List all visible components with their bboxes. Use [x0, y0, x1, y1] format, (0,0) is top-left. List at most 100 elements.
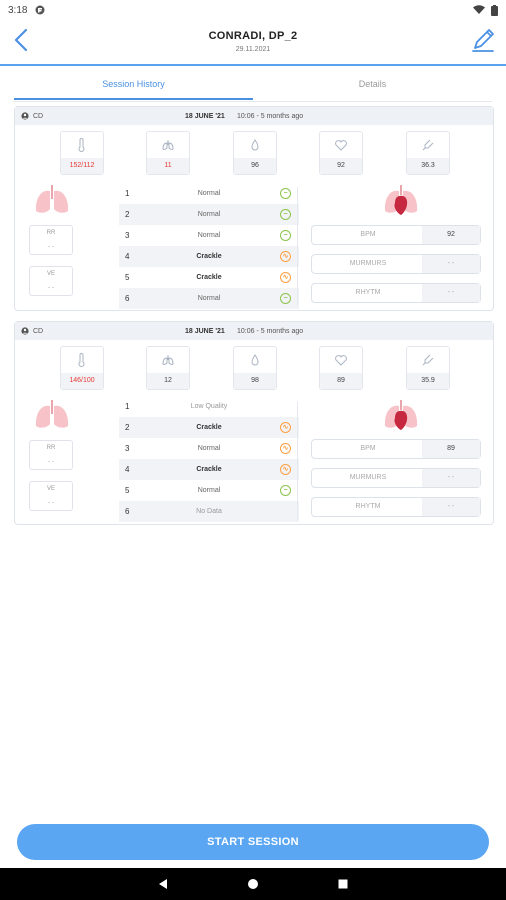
vital-temperature: 35.9: [406, 346, 450, 390]
nav-home-icon[interactable]: [247, 878, 259, 890]
row-number: 3: [125, 444, 130, 453]
row-number: 5: [125, 273, 130, 282]
vital-heart-rate: 89: [319, 346, 363, 390]
vital-value: 152/112: [61, 158, 103, 174]
thermometer-icon: [422, 354, 434, 366]
auscultation-row[interactable]: 1 Low Quality: [119, 396, 299, 417]
row-status: Crackle: [196, 253, 222, 260]
vital-blood-pressure: 146/100: [60, 346, 104, 390]
session-date: 18 JUNE '21: [185, 327, 225, 335]
vital-value: 36.3: [407, 158, 449, 174]
row-status: Crackle: [196, 274, 222, 281]
battery-icon: [491, 4, 498, 16]
page-subtitle: 29.11.2021: [235, 46, 271, 53]
row-number: 5: [125, 486, 130, 495]
bpm-label: BPM: [360, 231, 376, 238]
row-status: Normal: [197, 487, 221, 494]
session-time: 10:06 - 5 months ago: [237, 327, 304, 335]
murmurs-value: - -: [422, 255, 480, 273]
bpm-label: BPM: [360, 445, 376, 452]
auscultation-row[interactable]: 5 Crackle ∿: [119, 267, 299, 288]
session-date: 18 JUNE '21: [185, 112, 225, 120]
murmurs-label: MURMURS: [349, 260, 387, 267]
status-time: 3:18: [8, 4, 28, 16]
row-status: Normal: [197, 295, 221, 302]
tab-session-history[interactable]: Session History: [14, 72, 253, 102]
rr-value: - -: [48, 244, 54, 250]
auscultation-row[interactable]: 3 Normal ∿: [119, 438, 299, 459]
bpm-value: 89: [422, 440, 480, 458]
row-number: 3: [125, 231, 130, 240]
nav-back-icon[interactable]: [157, 878, 169, 890]
session-user: CD: [33, 112, 44, 120]
user-icon: [21, 112, 29, 120]
page-title: CONRADI, DP_2: [208, 30, 298, 42]
vital-value: 35.9: [407, 373, 449, 389]
app-notification-icon: [35, 5, 45, 15]
session-card[interactable]: CD 18 JUNE '21 10:06 - 5 months ago 146/…: [14, 321, 494, 525]
section-divider: [297, 187, 298, 305]
murmurs-field: MURMURS - -: [311, 468, 481, 488]
drop-icon: [251, 139, 259, 151]
ve-value: - -: [48, 285, 54, 291]
row-number: 1: [125, 402, 130, 411]
vital-value: 89: [320, 373, 362, 389]
session-card[interactable]: CD 18 JUNE '21 10:06 - 5 months ago 152/…: [14, 106, 494, 311]
session-header: CD 18 JUNE '21 10:06 - 5 months ago: [15, 107, 493, 125]
normal-indicator-icon: −: [280, 230, 291, 241]
vital-value: 92: [320, 158, 362, 174]
murmurs-value: - -: [422, 469, 480, 487]
lungs-icon: [35, 400, 69, 428]
normal-indicator-icon: −: [280, 293, 291, 304]
auscultation-row[interactable]: 5 Normal −: [119, 480, 299, 501]
normal-indicator-icon: −: [280, 209, 291, 220]
row-status: Normal: [197, 445, 221, 452]
murmurs-field: MURMURS - -: [311, 254, 481, 274]
auscultation-row[interactable]: 3 Normal −: [119, 225, 299, 246]
vital-oxygen: 96: [233, 131, 277, 175]
user-icon: [21, 327, 29, 335]
auscultation-row[interactable]: 6 Normal −: [119, 288, 299, 309]
auscultation-row[interactable]: 1 Normal −: [119, 183, 299, 204]
app-bar: CONRADI, DP_2 29.11.2021: [0, 20, 506, 64]
vitals-row: 146/100 12 98 89 35.9: [15, 346, 493, 390]
session-time: 10:06 - 5 months ago: [237, 112, 304, 120]
nav-recents-icon[interactable]: [337, 878, 349, 890]
wifi-icon: [473, 5, 485, 14]
session-header: CD 18 JUNE '21 10:06 - 5 months ago: [15, 322, 493, 340]
tab-divider: [14, 101, 492, 102]
row-status: Crackle: [196, 424, 222, 431]
auscultation-row[interactable]: 2 Crackle ∿: [119, 417, 299, 438]
lungs-icon: [35, 185, 69, 213]
session-user: CD: [33, 327, 44, 335]
row-status: Normal: [197, 190, 221, 197]
auscultation-list: 1 Normal − 2 Normal − 3 Normal − 4 Crack…: [119, 183, 299, 309]
heart-icon: [335, 355, 347, 366]
crackle-indicator-icon: ∿: [280, 422, 291, 433]
vital-blood-pressure: 152/112: [60, 131, 104, 175]
vital-oxygen: 98: [233, 346, 277, 390]
crackle-indicator-icon: ∿: [280, 251, 291, 262]
thermometer-icon: [78, 138, 85, 152]
vital-heart-rate: 92: [319, 131, 363, 175]
vital-value: 98: [234, 373, 276, 389]
row-number: 6: [125, 294, 130, 303]
tab-details[interactable]: Details: [253, 72, 492, 102]
auscultation-row[interactable]: 4 Crackle ∿: [119, 246, 299, 267]
auscultation-row[interactable]: 2 Normal −: [119, 204, 299, 225]
vital-temperature: 36.3: [406, 131, 450, 175]
auscultation-row[interactable]: 6 No Data: [119, 501, 299, 522]
crackle-indicator-icon: ∿: [280, 272, 291, 283]
row-status: Normal: [197, 232, 221, 239]
bpm-value: 92: [422, 226, 480, 244]
start-session-button[interactable]: START SESSION: [17, 824, 489, 860]
auscultation-list: 1 Low Quality 2 Crackle ∿ 3 Normal ∿ 4 C…: [119, 396, 299, 522]
auscultation-row[interactable]: 4 Crackle ∿: [119, 459, 299, 480]
rr-value: - -: [48, 459, 54, 465]
vitals-row: 152/112 11 96 92 36.3: [15, 131, 493, 175]
rr-label: RR: [46, 445, 56, 451]
system-nav-bar: [0, 868, 506, 900]
edit-icon[interactable]: [470, 26, 496, 54]
crackle-indicator-icon: ∿: [280, 464, 291, 475]
row-status: Crackle: [196, 466, 222, 473]
